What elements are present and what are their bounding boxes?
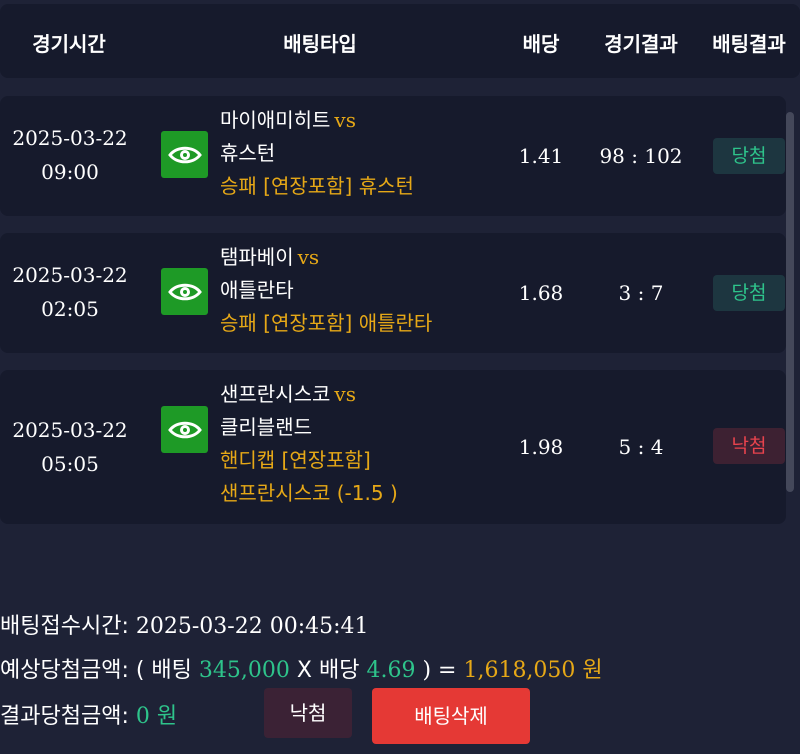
match-line: 샌프란시스코 vs: [220, 378, 510, 411]
result-amount-line: 결과당첨금액: 0 원: [0, 698, 177, 730]
game-date: 2025-03-22: [12, 263, 128, 287]
bet-selection: 승패 [연장포함] 애틀란타: [220, 311, 433, 335]
match-line: 탬파베이 vs: [220, 241, 510, 274]
scrollbar[interactable]: [786, 112, 794, 492]
bet-type: 샌프란시스코 vs 클리블랜드 핸디캡 [연장포함] 샌프란시스코 (-1.5 ): [220, 378, 510, 510]
view-game-button[interactable]: [161, 406, 208, 453]
table-header: 경기시간 배팅타입 배당 경기결과 배팅결과: [0, 4, 800, 78]
game-time: 02:05: [41, 297, 99, 321]
bet-type: 마이애미히트 vs 휴스턴 승패 [연장포함] 휴스턴: [220, 104, 510, 203]
expected-amount: 1,618,050 원: [463, 658, 603, 683]
header-type: 배팅타입: [283, 32, 357, 56]
header-time: 경기시간: [32, 32, 106, 56]
game-score: 3 : 7: [618, 281, 664, 305]
bet-row: 2025-03-22 02:05 탬파베이 vs 애틀란타 승패 [연장포함] 애…: [0, 233, 786, 353]
odds-value: 1.98: [518, 435, 564, 459]
expected-amount-label: 예상당첨금액:: [0, 658, 129, 683]
result-badge: 낙첨: [713, 428, 785, 464]
header-score: 경기결과: [604, 32, 678, 56]
expected-equals: ) =: [422, 658, 457, 683]
odds-value: 1.41: [518, 144, 564, 168]
view-game-button[interactable]: [161, 268, 208, 315]
received-time-value: 2025-03-22 00:45:41: [135, 614, 369, 639]
result-amount: 0 원: [135, 704, 178, 729]
match-line: 마이애미히트 vs: [220, 104, 510, 137]
times-odds: X 배당: [296, 658, 360, 683]
delete-bet-button[interactable]: 배팅삭제: [372, 688, 530, 744]
game-time: 09:00: [41, 160, 99, 184]
game-datetime: 2025-03-22 05:05: [6, 413, 134, 481]
home-team: 탬파베이: [220, 245, 294, 269]
header-odds: 배당: [522, 32, 560, 56]
received-time-label: 배팅접수시간:: [0, 614, 129, 639]
odds-value: 1.68: [518, 281, 564, 305]
bet-amount: 345,000: [198, 658, 290, 683]
header-result: 배팅결과: [712, 32, 786, 56]
away-team: 클리블랜드: [220, 415, 312, 439]
away-team: 애틀란타: [220, 278, 294, 302]
game-score: 98 : 102: [599, 144, 683, 168]
expected-amount-line: 예상당첨금액: ( 배팅 345,000 X 배당 4.69 ) = 1,618…: [0, 652, 603, 684]
home-team: 샌프란시스코: [220, 382, 331, 406]
received-time-line: 배팅접수시간: 2025-03-22 00:45:41: [0, 608, 369, 640]
bet-history-page: 경기시간 배팅타입 배당 경기결과 배팅결과 2025-03-22 09:00 …: [0, 0, 800, 754]
away-team: 휴스턴: [220, 141, 276, 165]
total-odds: 4.69: [366, 658, 416, 683]
eye-icon: [167, 283, 202, 300]
eye-icon: [167, 146, 202, 163]
view-game-button[interactable]: [161, 131, 208, 178]
game-date: 2025-03-22: [12, 126, 128, 150]
bet-row: 2025-03-22 05:05 샌프란시스코 vs 클리블랜드 핸디캡 [연장포…: [0, 370, 786, 524]
bet-selection: 핸디캡 [연장포함]: [220, 448, 371, 472]
bet-selection: 승패 [연장포함] 휴스턴: [220, 174, 414, 198]
game-datetime: 2025-03-22 02:05: [6, 258, 134, 326]
result-badge: 당첨: [713, 275, 785, 311]
bet-selection-detail: 샌프란시스코 (-1.5 ): [220, 481, 398, 505]
game-datetime: 2025-03-22 09:00: [6, 121, 134, 189]
expected-open: ( 배팅: [135, 658, 192, 683]
game-score: 5 : 4: [618, 435, 664, 459]
lose-status-button[interactable]: 낙첨: [264, 688, 352, 738]
game-time: 05:05: [41, 452, 99, 476]
game-date: 2025-03-22: [12, 418, 128, 442]
vs-label: vs: [334, 108, 356, 132]
bet-type: 탬파베이 vs 애틀란타 승패 [연장포함] 애틀란타: [220, 241, 510, 340]
result-badge: 당첨: [713, 138, 785, 174]
bet-row: 2025-03-22 09:00 마이애미히트 vs 휴스턴 승패 [연장포함] …: [0, 96, 786, 216]
result-amount-label: 결과당첨금액:: [0, 704, 129, 729]
eye-icon: [167, 421, 202, 438]
vs-label: vs: [297, 245, 320, 269]
home-team: 마이애미히트: [220, 108, 331, 132]
vs-label: vs: [334, 382, 356, 406]
